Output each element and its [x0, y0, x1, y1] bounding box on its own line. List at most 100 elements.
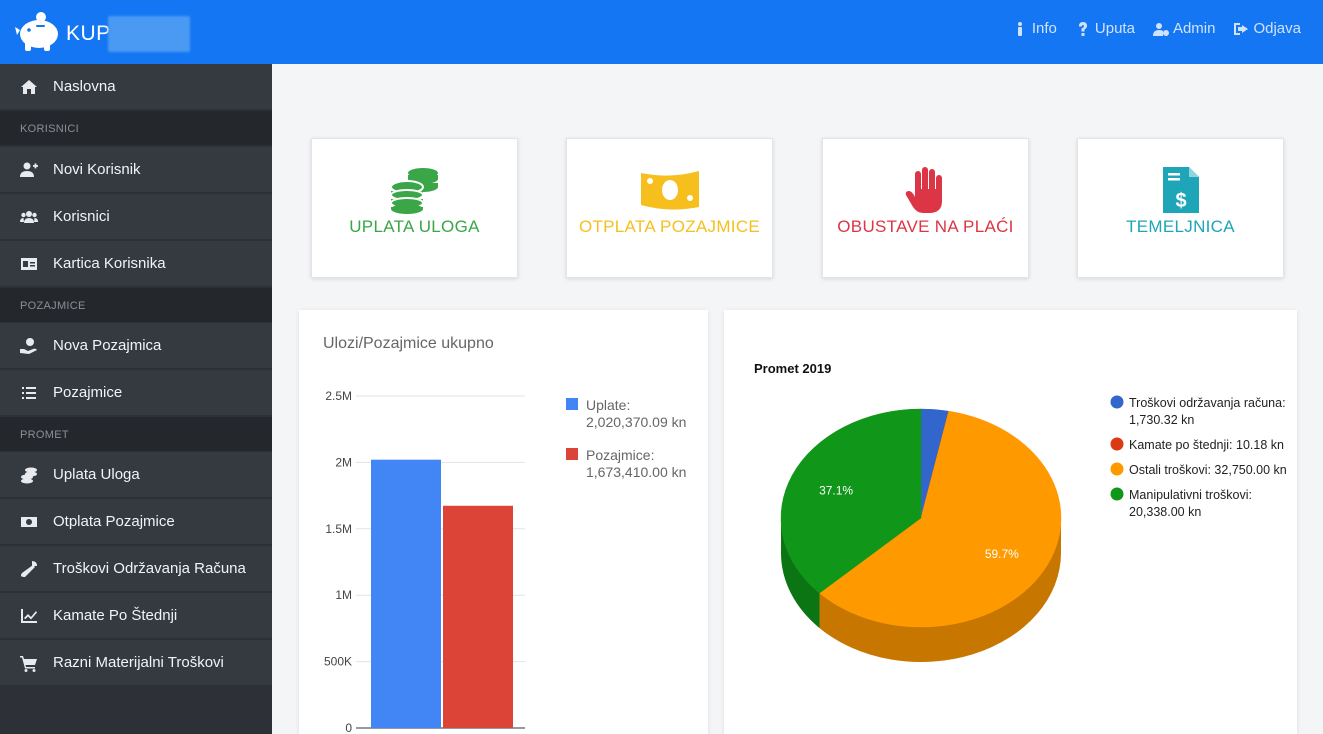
hand-holding-usd-icon	[20, 337, 38, 355]
legend-value: 1,673,410.00 kn	[586, 464, 686, 480]
legend-label: Kamate po štednji: 10.18 kn	[1129, 438, 1284, 452]
card-label: OTPLATA POZAJMICE	[578, 217, 761, 236]
sidebar-item-razni-materijalni[interactable]: Razni Materijalni Troškovi	[0, 640, 272, 685]
top-bar: KUP Info Uputa Admin Odjava	[0, 0, 1323, 64]
hand-icon	[905, 167, 942, 213]
sidebar-item-otplata-pozajmice[interactable]: Otplata Pozajmice	[0, 499, 272, 544]
card-label: UPLATA ULOGA	[349, 217, 480, 236]
y-tick-label: 500K	[324, 655, 352, 669]
brand-name[interactable]: KUP	[66, 22, 111, 46]
y-tick-label: 0	[345, 721, 352, 734]
sidebar-item-pozajmice[interactable]: Pozajmice	[0, 370, 272, 415]
list-icon	[20, 384, 38, 402]
piggy-bank-logo-icon	[15, 12, 58, 51]
nav-admin[interactable]: Admin	[1152, 20, 1216, 37]
shopping-cart-icon	[20, 654, 38, 672]
home-icon	[20, 78, 38, 96]
sidebar-item-novi-korisnik[interactable]: Novi Korisnik	[0, 147, 272, 192]
users-cog-icon	[1152, 22, 1169, 36]
legend-swatch	[1110, 462, 1124, 476]
section-title: PROMET	[20, 429, 69, 441]
legend-label: 20,338.00 kn	[1129, 505, 1201, 519]
invoice-icon: $	[1162, 167, 1199, 213]
nav-info[interactable]: Info	[1012, 20, 1057, 37]
money-bill-icon	[640, 171, 699, 210]
sidebar-item-label: Novi Korisnik	[53, 161, 141, 178]
sidebar-item-label: Korisnici	[53, 208, 110, 225]
card-temeljnica[interactable]: $ TEMELJNICA	[1077, 138, 1284, 278]
card-otplata-pozajmice[interactable]: OTPLATA POZAJMICE	[566, 138, 773, 278]
sidebar-item-uplata-uloga[interactable]: Uplata Uloga	[0, 452, 272, 497]
users-icon	[20, 208, 38, 226]
legend-swatch	[566, 448, 578, 460]
legend-label: Uplate:	[586, 397, 630, 413]
sidebar-item-nova-pozajmica[interactable]: Nova Pozajmica	[0, 323, 272, 368]
coins-icon	[20, 466, 38, 484]
sidebar-item-label: Otplata Pozajmice	[53, 513, 175, 530]
bar[interactable]	[371, 459, 441, 728]
sidebar-item-korisnici[interactable]: Korisnici	[0, 194, 272, 239]
coins-icon	[389, 168, 438, 214]
user-plus-icon	[20, 161, 38, 179]
legend-label: Ostali troškovi: 32,750.00 kn	[1129, 463, 1287, 477]
legend-swatch	[1110, 437, 1124, 451]
y-tick-label: 1M	[335, 588, 352, 602]
legend-swatch	[1110, 487, 1124, 501]
sidebar-section-korisnici: KORISNICI	[0, 111, 272, 145]
sidebar-item-troskovi-odrzavanja[interactable]: Troškovi Održavanja Računa	[0, 546, 272, 591]
y-tick-label: 2.5M	[325, 389, 352, 403]
slice-label: 59.7%	[985, 547, 1019, 561]
sidebar-item-naslovna[interactable]: Naslovna	[0, 64, 272, 109]
legend-label: 1,730.32 kn	[1129, 413, 1194, 427]
card-label: TEMELJNICA	[1126, 217, 1235, 236]
nav-odjava-label: Odjava	[1253, 20, 1301, 37]
nav-uputa[interactable]: Uputa	[1075, 20, 1135, 37]
info-icon	[1017, 21, 1022, 36]
nav-uputa-label: Uputa	[1094, 20, 1135, 37]
nav-info-label: Info	[1031, 20, 1057, 37]
y-tick-label: 2M	[335, 455, 352, 469]
brand-blurred-text	[108, 16, 190, 52]
sidebar-item-label: Pozajmice	[53, 384, 123, 401]
sidebar-item-label: Kamate Po Štednji	[53, 607, 178, 624]
chart-line-icon	[20, 607, 38, 625]
section-title: KORISNICI	[20, 123, 79, 135]
legend-label: Troškovi održavanja računa:	[1129, 396, 1286, 410]
sidebar-item-kartica-korisnika[interactable]: Kartica Korisnika	[0, 241, 272, 286]
id-card-icon	[20, 255, 38, 273]
sidebar: Naslovna KORISNICI Novi Korisnik Korisni…	[0, 64, 272, 734]
section-title: POZAJMICE	[20, 300, 86, 312]
sidebar-item-label: Uplata Uloga	[53, 466, 140, 483]
pie-chart: 59.7% 37.1% Troškovi održavanja računa: 1,7…	[780, 395, 1287, 662]
bar[interactable]	[443, 505, 513, 728]
wrench-icon	[20, 560, 38, 578]
svg-text:$: $	[1175, 190, 1186, 212]
sidebar-section-pozajmice: POZAJMICE	[0, 288, 272, 322]
card-label: OBUSTAVE NA PLAĆI	[837, 217, 1014, 236]
legend-label: Manipulativni troškovi:	[1129, 488, 1252, 502]
legend-label: Pozajmice:	[586, 447, 654, 463]
pie-chart-panel: Promet 2019 59.7% 37.1% Troškovi održavanj…	[724, 310, 1297, 734]
money-bill-icon	[20, 513, 38, 531]
legend-swatch	[1110, 395, 1124, 409]
bar-chart: 0 500K 1M 1.5M 2M 2.5M Uplate:2,020,370.09 kn P…	[324, 389, 686, 734]
sidebar-section-promet: PROMET	[0, 417, 272, 451]
sidebar-item-label: Razni Materijalni Troškovi	[53, 654, 224, 671]
legend-swatch	[566, 398, 578, 410]
sidebar-item-label: Kartica Korisnika	[53, 255, 166, 272]
sidebar-item-label: Troškovi Održavanja Računa	[53, 560, 246, 577]
bar-chart-panel: Ulozi/Pozajmice ukupno 0 500K 1M 1.5M 2M 2.5M…	[299, 310, 708, 734]
slice-label: 37.1%	[819, 484, 853, 498]
legend-value: 2,020,370.09 kn	[586, 414, 686, 430]
card-uplata-uloga[interactable]: UPLATA ULOGA	[311, 138, 518, 278]
nav-odjava[interactable]: Odjava	[1233, 20, 1301, 37]
sidebar-item-kamate-po-stednji[interactable]: Kamate Po Štednji	[0, 593, 272, 638]
question-icon	[1078, 21, 1087, 36]
top-nav: Info Uputa Admin Odjava	[1012, 20, 1301, 37]
y-tick-label: 1.5M	[325, 522, 352, 536]
sidebar-item-label: Nova Pozajmica	[53, 337, 162, 354]
nav-admin-label: Admin	[1172, 20, 1216, 37]
card-obustave-na-placi[interactable]: OBUSTAVE NA PLAĆI	[822, 138, 1029, 278]
sign-out-icon	[1234, 22, 1249, 35]
sidebar-item-label: Naslovna	[53, 78, 116, 95]
